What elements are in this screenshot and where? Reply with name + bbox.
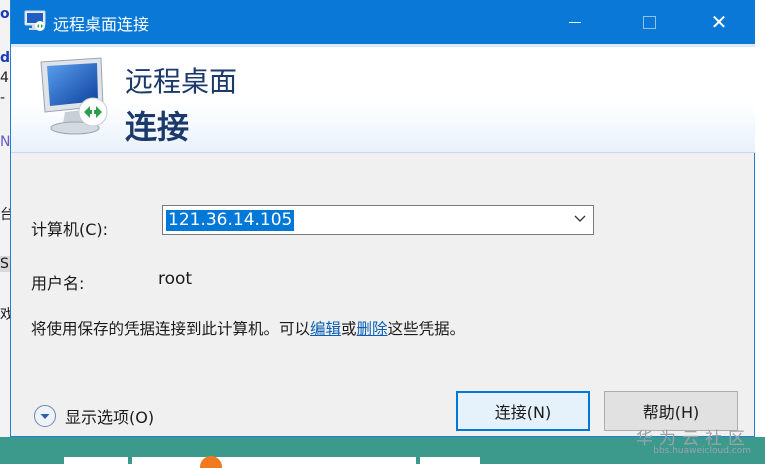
background-panel bbox=[420, 457, 480, 467]
background-fragment: - bbox=[0, 90, 6, 106]
watermark-url: bbs.huaweicloud.com bbox=[653, 446, 751, 456]
background-fragment: 台 bbox=[0, 207, 10, 223]
window-title: 远程桌面连接 bbox=[53, 15, 150, 34]
maximize-button[interactable] bbox=[621, 0, 677, 44]
computer-input-value[interactable]: 121.36.14.105 bbox=[166, 210, 295, 231]
minimize-icon bbox=[569, 21, 581, 23]
connect-button[interactable]: 连接(N) bbox=[456, 391, 590, 431]
close-icon: ✕ bbox=[710, 10, 728, 34]
edit-credentials-link[interactable]: 编辑 bbox=[310, 320, 341, 338]
minimize-button[interactable] bbox=[547, 0, 603, 44]
background-fragment: d bbox=[0, 50, 10, 66]
background-panel bbox=[64, 457, 128, 467]
expand-options-icon[interactable] bbox=[33, 404, 57, 428]
computer-combobox[interactable]: 121.36.14.105 bbox=[162, 205, 594, 235]
background-fragment: 戏 bbox=[0, 307, 10, 323]
background-window-edge: o d 4 - N 台 S 戏 bbox=[0, 0, 10, 464]
credentials-info-suffix: 这些凭据。 bbox=[387, 320, 466, 338]
credentials-info-or: 或 bbox=[341, 320, 357, 338]
maximize-icon bbox=[642, 15, 656, 29]
background-panel bbox=[132, 457, 416, 467]
credentials-info: 将使用保存的凭据连接到此计算机。可以编辑或删除这些凭据。 bbox=[31, 317, 465, 339]
title-bar[interactable]: 远程桌面连接 ✕ bbox=[11, 0, 755, 44]
credentials-info-text: 将使用保存的凭据连接到此计算机。可以 bbox=[31, 320, 311, 338]
banner-title-line1: 远程桌面 bbox=[125, 65, 238, 98]
background-fragment: S bbox=[0, 256, 10, 272]
computer-label: 计算机(C): bbox=[31, 220, 109, 239]
watermark: 华为云社区 bbs.huaweicloud.com bbox=[636, 424, 751, 456]
show-options-toggle[interactable]: 显示选项(O) bbox=[33, 404, 154, 428]
remote-desktop-dialog: 远程桌面连接 ✕ 远程桌面 连接 计算机(C): 121.36.14.105 用… bbox=[10, 0, 755, 437]
show-options-label[interactable]: 显示选项(O) bbox=[65, 404, 154, 428]
remote-desktop-icon bbox=[24, 10, 46, 31]
chevron-down-icon[interactable] bbox=[573, 212, 587, 226]
delete-credentials-link[interactable]: 删除 bbox=[357, 320, 388, 338]
background-fragment: N bbox=[0, 134, 10, 150]
background-fragment: 4 bbox=[0, 70, 9, 86]
dialog-banner: 远程桌面 连接 bbox=[11, 44, 755, 153]
monitor-connection-icon bbox=[40, 57, 108, 135]
background-fragment: o bbox=[0, 6, 10, 22]
username-value: root bbox=[158, 269, 193, 289]
close-button[interactable]: ✕ bbox=[691, 0, 747, 44]
banner-title-line2: 连接 bbox=[125, 108, 190, 146]
username-label: 用户名: bbox=[31, 274, 85, 293]
